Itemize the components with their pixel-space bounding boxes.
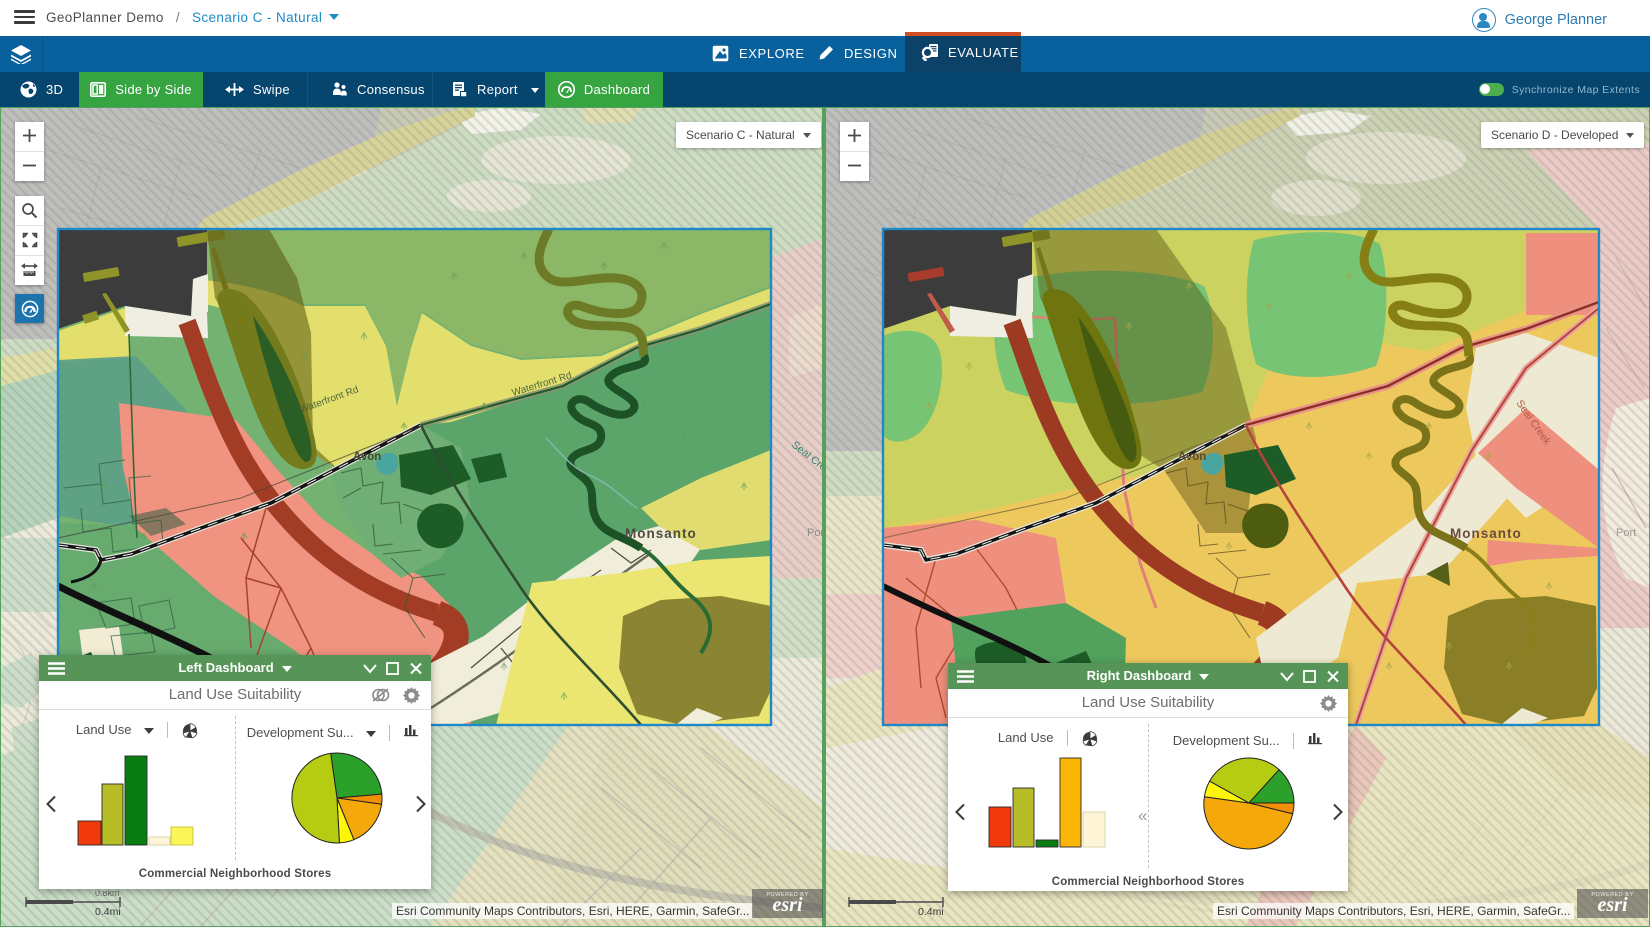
svg-text:Port: Port: [1616, 527, 1636, 539]
svg-text:Monsanto: Monsanto: [625, 526, 697, 541]
svg-text:0.4mi: 0.4mi: [95, 906, 121, 917]
svg-text:Avon: Avon: [1178, 451, 1206, 463]
svg-text:Avon: Avon: [353, 451, 381, 463]
svg-text:Port: Port: [807, 527, 823, 539]
svg-text:Monsanto: Monsanto: [1450, 526, 1522, 541]
svg-text:0.4mi: 0.4mi: [918, 906, 944, 917]
svg-text:0.8km: 0.8km: [95, 891, 120, 898]
